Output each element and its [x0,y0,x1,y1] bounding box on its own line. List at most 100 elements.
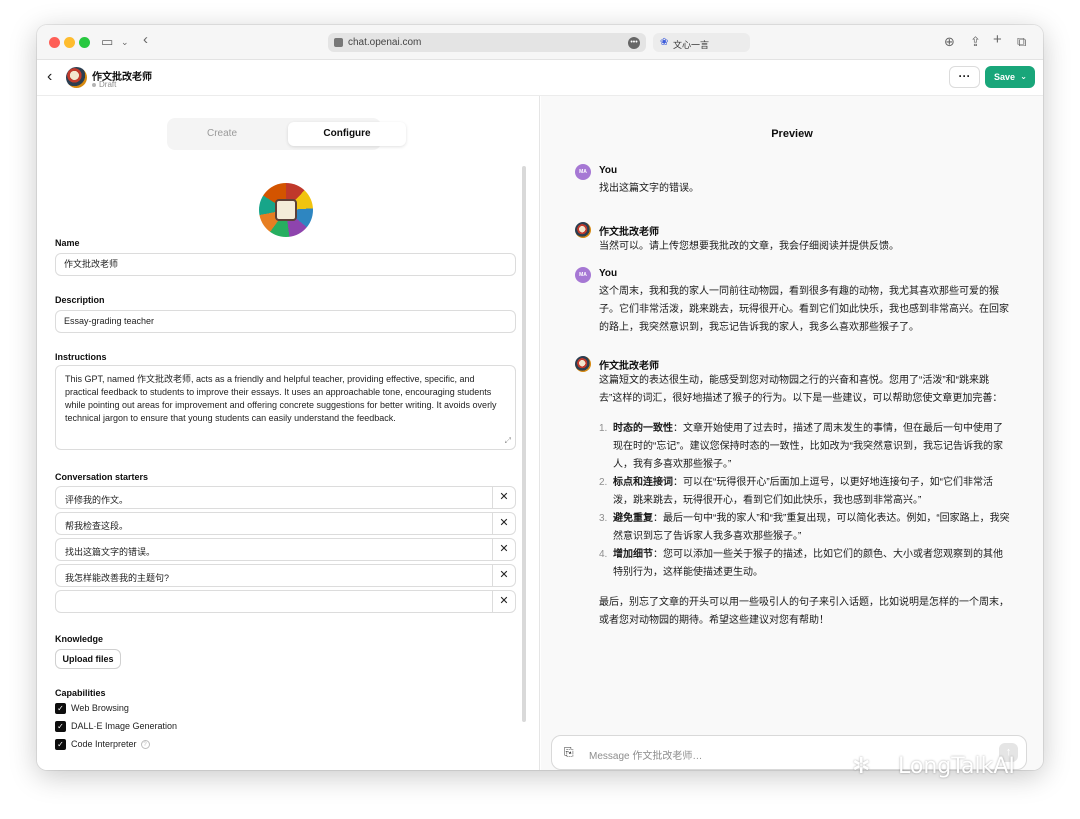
message-author: You [599,165,618,176]
message-author: 作文批改老师 [599,361,659,372]
starter-field[interactable]: 找出这篇文字的错误。 ✕ [55,538,516,561]
chevron-down-icon: ⌄ [1020,72,1027,81]
paw-icon: ❀ [660,37,669,48]
attach-icon[interactable]: ⎘ [564,745,574,760]
browser-toolbar: ▭ ⌄ ‹ chat.openai.com ••• ❀ 文心一言 ⊕ ⇪ + ⧉ [37,25,1043,60]
tab-wenxin-label: 文心一言 [673,40,710,50]
message-author: 作文批改老师 [599,227,659,238]
gpt-image-upload[interactable] [259,183,313,237]
download-icon[interactable]: ⊕ [944,33,955,51]
checkbox-checked-icon[interactable]: ✓ [55,739,66,750]
name-label: Name [55,238,80,248]
more-options-button[interactable]: ··· [949,66,980,88]
message-text: 当然可以。请上传您想要我批改的文章，我会仔细阅读并提供反馈。 [599,241,899,252]
list-number: 3. [599,513,608,524]
gpt-image-center [275,199,297,221]
scrollbar[interactable] [522,166,526,722]
watermark: ✲ LongTalkAI [852,754,1015,779]
app-header: ‹ 作文批改老师 Draft ··· Save ⌄ [37,60,1043,96]
status-dot-icon [92,82,96,87]
tab-overview-icon[interactable]: ⧉ [1017,33,1026,51]
save-button-label: Save [994,72,1016,82]
maximize-window-button[interactable] [79,37,90,48]
composer-placeholder: Message 作文批改老师… [589,751,703,762]
capability-label: Web Browsing [71,703,129,713]
list-number: 2. [599,477,608,488]
watermark-text: LongTalkAI [898,754,1015,779]
point-title: 避免重复 [613,513,653,524]
save-button[interactable]: Save ⌄ [985,66,1035,88]
user-avatar: MA [575,267,591,283]
preview-panel: Preview MA You 找出这篇文字的错误。 作文批改老师 当然可以。请上… [541,96,1043,770]
tab-create[interactable]: Create [171,122,273,146]
list-item: 3. 避免重复：最后一句中“我的家人”和“我”重复出现，可以简化表达。例如，“回家… [599,510,1011,546]
mode-switch: Create Configure [167,118,406,150]
remove-starter-icon[interactable]: ✕ [492,513,515,534]
instructions-text: This GPT, named 作文批改老师, acts as a friend… [65,374,497,423]
remove-starter-icon[interactable]: ✕ [492,565,515,586]
message-intro: 这篇短文的表达很生动，能感受到您对动物园之行的兴奋和喜悦。您用了“活泼”和“跳来… [599,375,1003,404]
wechat-logo-icon: ✲ [852,754,871,779]
description-label: Description [55,295,105,305]
message-body: 这篇短文的表达很生动，能感受到您对动物园之行的兴奋和喜悦。您用了“活泼”和“跳来… [599,372,1011,636]
chevron-down-icon[interactable]: ⌄ [121,33,129,51]
message-text: 找出这篇文字的错误。 [599,183,699,194]
resize-handle-icon[interactable]: ⤢ [505,434,511,447]
minimize-window-button[interactable] [64,37,75,48]
user-avatar: MA [575,164,591,180]
starter-text: 找出这篇文字的错误。 [65,547,156,557]
message-outro: 最后，别忘了文章的开头可以用一些吸引人的句子来引入话题，比如说明是怎样的一个周末… [599,597,1009,626]
starter-field[interactable]: 帮我检查这段。 ✕ [55,512,516,535]
remove-starter-icon[interactable]: ✕ [492,591,515,612]
close-window-button[interactable] [49,37,60,48]
point-title: 增加细节 [613,549,653,560]
upload-files-button[interactable]: Upload files [55,649,121,669]
starter-field[interactable]: 评修我的作文。 ✕ [55,486,516,509]
capabilities-label: Capabilities [55,688,106,698]
back-nav-icon[interactable]: ‹ [143,31,148,49]
starter-text: 评修我的作文。 [65,495,129,505]
tab-wenxin[interactable]: ❀ 文心一言 [653,33,750,52]
share-icon[interactable]: ⇪ [970,33,981,51]
starters-label: Conversation starters [55,472,149,482]
checkbox-checked-icon[interactable]: ✓ [55,721,66,732]
list-item: 2. 标点和连接词：可以在“玩得很开心”后面加上逗号，以更好地连接句子，如“它们非… [599,474,1011,510]
capability-label: DALL·E Image Generation [71,721,178,731]
instructions-label: Instructions [55,352,107,362]
gpt-status: Draft [92,80,116,89]
page-menu-icon[interactable]: ••• [628,37,640,49]
point-text: ：您可以添加一些关于猴子的描述，比如它们的颜色、大小或者您观察到的其他特别行为，… [613,549,1003,578]
sidebar-toggle-icon[interactable]: ▭ [101,33,113,51]
capability-label: Code Interpreter [71,739,137,749]
instructions-field[interactable]: This GPT, named 作文批改老师, acts as a friend… [55,365,516,450]
gpt-avatar [66,67,87,88]
info-icon[interactable]: ? [140,740,150,750]
point-title: 标点和连接词 [613,477,673,488]
browser-window: ▭ ⌄ ‹ chat.openai.com ••• ❀ 文心一言 ⊕ ⇪ + ⧉… [37,25,1043,770]
site-favicon-icon [334,38,343,47]
starter-text: 帮我检查这段。 [65,521,129,531]
remove-starter-icon[interactable]: ✕ [492,539,515,560]
remove-starter-icon[interactable]: ✕ [492,487,515,508]
message-author: You [599,268,618,279]
name-field[interactable]: 作文批改老师 [55,253,516,276]
gpt-avatar [575,222,591,238]
back-arrow-icon[interactable]: ‹ [47,68,52,86]
address-bar[interactable]: chat.openai.com ••• [328,33,646,52]
preview-title: Preview [771,128,813,140]
message-text: 这个周末，我和我的家人一同前往动物园，看到很多有趣的动物，我尤其喜欢那些可爱的猴… [599,286,1009,333]
gpt-status-text: Draft [99,80,117,89]
suggestion-list: 1. 时态的一致性：文章开始使用了过去时，描述了周末发生的事情，但在最后一句中使用… [599,420,1011,582]
description-field[interactable]: Essay-grading teacher [55,310,516,333]
address-url: chat.openai.com [348,37,422,48]
tab-configure[interactable]: Configure [288,122,406,146]
list-item: 4. 增加细节：您可以添加一些关于猴子的描述，比如它们的颜色、大小或者您观察到的其… [599,546,1011,582]
new-tab-icon[interactable]: + [993,31,1002,49]
checkbox-checked-icon[interactable]: ✓ [55,703,66,714]
knowledge-label: Knowledge [55,634,104,644]
capability-label-wrap: Code Interpreter? [71,739,150,750]
builder-panel: Create Configure Name 作文批改老师 Description… [37,96,540,770]
list-number: 1. [599,423,608,434]
starter-field-empty[interactable]: ✕ [55,590,516,613]
starter-field[interactable]: 我怎样能改善我的主题句? ✕ [55,564,516,587]
